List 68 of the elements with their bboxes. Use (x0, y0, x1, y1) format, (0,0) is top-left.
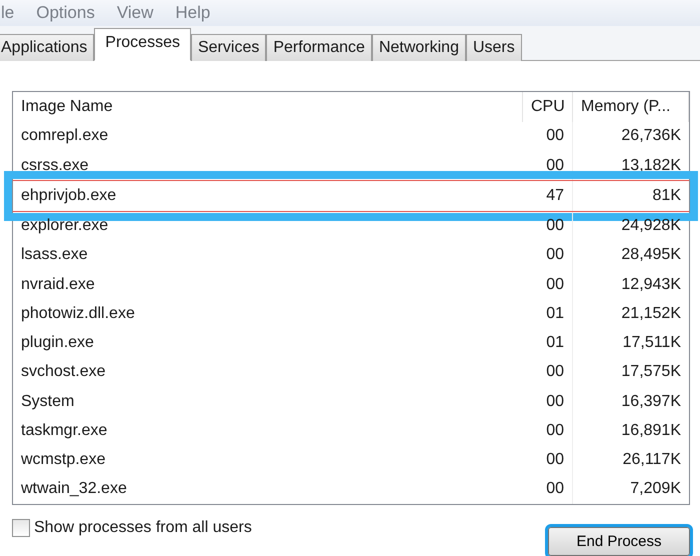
process-row[interactable]: System 00 16,397K (13, 387, 689, 416)
table-cell-text: explorer.exe (20, 216, 110, 236)
table-cell-text: nvraid.exe (20, 274, 96, 295)
table-cell: 00 (523, 474, 573, 504)
tab[interactable]: Services (190, 34, 266, 61)
table-cell-text: ehprivjob.exe (20, 186, 118, 206)
table-cell-text: 16,397K (620, 392, 682, 412)
table-cell: 00 (523, 387, 573, 416)
table-cell-text: taskmgr.exe (20, 420, 108, 441)
table-cell-text: System (20, 392, 76, 412)
checkbox[interactable] (12, 519, 30, 537)
table-cell-text: wtwain_32.exe (20, 479, 128, 500)
table-cell: 00 (523, 122, 573, 151)
tab[interactable]: Users (466, 34, 522, 61)
table-cell: 00 (523, 446, 573, 475)
column-header[interactable]: Memory (P... (573, 92, 689, 122)
menu-item[interactable]: Options (36, 3, 95, 24)
table-cell-text: 17,511K (622, 333, 682, 354)
table-cell: 00 (523, 416, 573, 446)
table-cell-text: 12,943K (620, 274, 682, 295)
table-cell-text: lsass.exe (20, 245, 89, 266)
table-cell-text: 16,891K (620, 420, 682, 441)
table-cell-text: svchost.exe (20, 362, 106, 382)
menu-item[interactable]: Help (175, 3, 210, 24)
process-row[interactable]: explorer.exe 00 24,928K (13, 212, 689, 241)
process-row[interactable]: nvraid.exe 00 12,943K (13, 270, 689, 300)
table-cell-text: plugin.exe (20, 333, 95, 354)
table-cell: 01 (523, 299, 573, 328)
tab[interactable]: Performance (266, 34, 372, 61)
process-row[interactable]: comrepl.exe 00 26,736K (13, 122, 689, 151)
table-cell: 00 (523, 151, 573, 180)
process-row[interactable]: taskmgr.exe 00 16,891K (13, 416, 689, 446)
table-cell: 00 (523, 212, 573, 241)
column-header[interactable]: CPU (523, 92, 573, 122)
table-cell: 01 (523, 328, 573, 358)
table-cell-text: 21,152K (620, 304, 682, 324)
table-cell-text: comrepl.exe (20, 126, 110, 146)
table-cell-text: 81K (652, 186, 682, 206)
process-row[interactable]: photowiz.dll.exe 01 21,152K (13, 299, 689, 328)
table-cell-text: 26,736K (620, 126, 682, 146)
process-row[interactable]: wcmstp.exe 00 26,117K (13, 446, 689, 475)
table-cell-text: photowiz.dll.exe (20, 304, 136, 324)
table-cell: 47 (523, 181, 573, 210)
process-row[interactable]: wtwain_32.exe 00 7,209K (13, 474, 689, 504)
process-row[interactable]: svchost.exe 00 17,575K (13, 358, 689, 387)
table-cell: 00 (523, 240, 573, 270)
process-row[interactable]: lsass.exe 00 28,495K (13, 240, 689, 270)
menu-item[interactable]: le (1, 3, 14, 24)
process-row[interactable]: csrss.exe 00 13,182K (13, 151, 689, 180)
end-process-button[interactable]: End Process (548, 527, 690, 556)
table-cell-text: 17,575K (620, 362, 682, 382)
column-header[interactable]: Image Name (13, 92, 523, 122)
table-cell: 00 (523, 270, 573, 300)
table-cell-text: 26,117K (622, 450, 682, 470)
table-cell-text: 24,928K (620, 216, 682, 236)
table-cell-text: 13,182K (620, 156, 682, 176)
checkbox-label: Show processes from all users (34, 519, 252, 537)
tab[interactable]: Networking (372, 34, 466, 61)
table-cell: 00 (523, 358, 573, 387)
process-row[interactable]: ehprivjob.exe 47 81K (13, 180, 689, 212)
tab[interactable]: Processes (94, 28, 191, 61)
process-row[interactable]: plugin.exe 01 17,511K (13, 328, 689, 358)
menu-item[interactable]: View (116, 3, 154, 24)
table-cell-text: wcmstp.exe (20, 450, 106, 470)
table-cell-text: 7,209K (629, 479, 682, 500)
table-cell-text: csrss.exe (20, 156, 90, 176)
table-cell-text: 28,495K (620, 245, 682, 266)
tab[interactable]: Applications (0, 34, 94, 61)
